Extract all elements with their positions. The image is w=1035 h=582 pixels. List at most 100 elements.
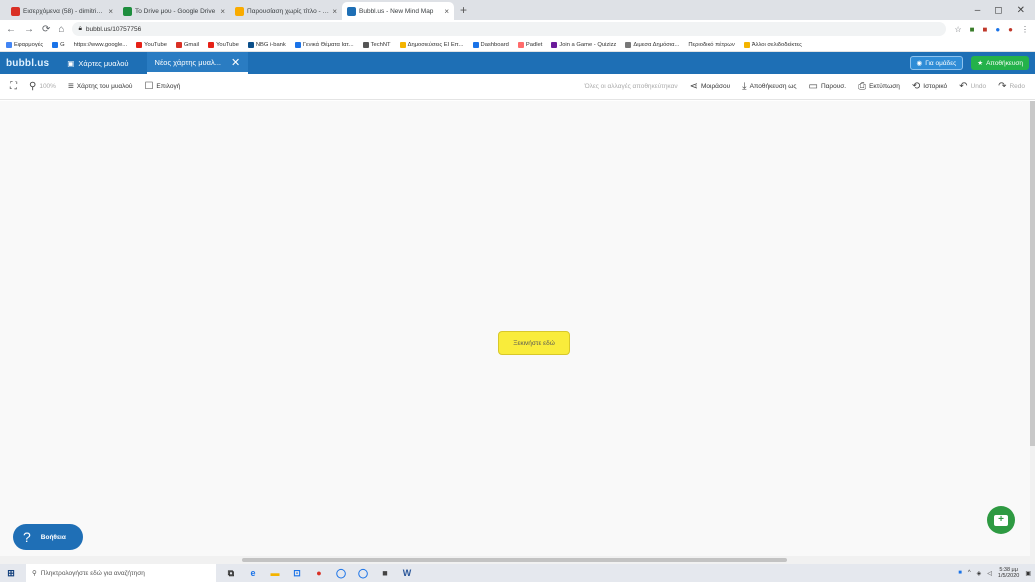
- close-tab-icon[interactable]: ×: [444, 7, 449, 16]
- vertical-scrollbar[interactable]: [1030, 101, 1035, 556]
- close-tab-icon[interactable]: ×: [108, 7, 113, 16]
- extension-icon[interactable]: ■: [970, 25, 975, 34]
- browser-tab-gmail[interactable]: Εισερχόμενα (58) - dimitris.deli@... ×: [6, 2, 118, 20]
- select-button[interactable]: ☐ Επιλογή: [144, 81, 180, 92]
- bookmark-item[interactable]: Εφαρμογές: [6, 41, 43, 48]
- back-icon[interactable]: ←: [6, 24, 16, 35]
- url-field[interactable]: 🔒︎ bubbl.us/10757756: [72, 22, 947, 36]
- edge-icon[interactable]: e: [246, 566, 260, 580]
- history-button[interactable]: ⟲ Ιστορικό: [912, 81, 947, 92]
- star-icon[interactable]: ☆: [954, 25, 961, 34]
- bookmark-item[interactable]: Dashboard: [472, 41, 509, 48]
- bookmark-item[interactable]: TechNT: [362, 41, 391, 48]
- windows-start-icon[interactable]: ⊞: [4, 566, 18, 580]
- app-logo[interactable]: bubbl.us: [6, 58, 49, 69]
- bookmark-icon: [399, 41, 406, 48]
- bookmark-icon: [294, 41, 301, 48]
- chrome-icon[interactable]: ●: [312, 566, 326, 580]
- close-tab-icon[interactable]: ×: [220, 7, 225, 16]
- bookmark-icon: [517, 41, 524, 48]
- app-icon[interactable]: ■: [378, 566, 392, 580]
- reload-icon[interactable]: ⟳: [42, 24, 50, 35]
- print-button[interactable]: ⎙ Εκτύπωση: [858, 81, 900, 92]
- bookmark-item[interactable]: G: [52, 41, 65, 48]
- bookmark-item[interactable]: Περιοδικό πέτρων: [688, 42, 734, 48]
- tab-mind-maps[interactable]: ▣ Χάρτες μυαλού: [59, 52, 136, 74]
- horizontal-scrollbar[interactable]: [0, 556, 1035, 564]
- bookmark-item[interactable]: https://www.google...: [74, 42, 128, 48]
- bookmark-item[interactable]: YouTube: [208, 41, 239, 48]
- bookmark-item[interactable]: Γενικά Θέματα Ιατ...: [294, 41, 354, 48]
- bookmark-item[interactable]: Διμεσα Δημόσια...: [625, 41, 679, 48]
- close-icon[interactable]: ✕: [231, 56, 240, 69]
- app-tray-icon[interactable]: ■: [958, 570, 962, 576]
- clock[interactable]: 5:38 μμ 1/5/2020: [998, 567, 1019, 579]
- help-button[interactable]: ? Βοήθεια: [13, 524, 83, 550]
- bookmark-icon: [362, 41, 369, 48]
- extension-icon[interactable]: ●: [995, 25, 1000, 34]
- checkbox-icon: ☐: [144, 81, 154, 92]
- browser-tab-slides[interactable]: Παρουσίαση χωρίς τίτλο - Παρ... ×: [230, 2, 342, 20]
- close-tab-icon[interactable]: ×: [332, 7, 337, 16]
- notifications-icon[interactable]: ▣: [1025, 570, 1031, 577]
- bookmarks-bar: Εφαρμογές G https://www.google... YouTub…: [0, 38, 1035, 52]
- forward-icon[interactable]: →: [24, 24, 34, 35]
- add-node-button[interactable]: +: [987, 506, 1015, 534]
- scrollbar-thumb[interactable]: [1030, 101, 1035, 446]
- network-icon[interactable]: ◈: [977, 570, 982, 577]
- profile-icon[interactable]: ⋮: [1021, 25, 1029, 34]
- browser-tab-drive[interactable]: Το Drive μου - Google Drive ×: [118, 2, 230, 20]
- chevron-up-icon[interactable]: ^: [968, 570, 971, 576]
- word-icon[interactable]: W: [400, 566, 414, 580]
- volume-icon[interactable]: ◁: [987, 570, 992, 577]
- task-view-icon[interactable]: ⧉: [224, 566, 238, 580]
- teams-button[interactable]: ◉ Για ομάδες: [909, 56, 964, 70]
- gmail-icon: [175, 41, 182, 48]
- fullscreen-button[interactable]: ⛶: [10, 81, 17, 92]
- bank-icon: [247, 41, 254, 48]
- browser-tab-strip: Εισερχόμενα (58) - dimitris.deli@... × Τ…: [0, 0, 1035, 20]
- close-window-button[interactable]: ✕: [1017, 5, 1025, 16]
- tab-current-map[interactable]: Νέος χάρτης μυαλ... ✕: [146, 52, 249, 74]
- undo-button[interactable]: ↶ Undo: [959, 81, 986, 92]
- bookmark-item[interactable]: Join a Game - Quizizz: [551, 41, 616, 48]
- app-icon[interactable]: ◯: [334, 566, 348, 580]
- star-icon: ★: [977, 60, 984, 67]
- map-menu-button[interactable]: ≡ Χάρτης του μυαλού: [68, 81, 133, 92]
- folder-icon: ▣: [67, 58, 75, 68]
- extension-icon[interactable]: ●: [1008, 25, 1013, 34]
- apps-icon: [6, 41, 12, 48]
- browser-tab-bubblus[interactable]: Bubbl.us - New Mind Map ×: [342, 2, 454, 20]
- taskbar-search[interactable]: ⚲ Πληκτρολογήστε εδώ για αναζήτηση: [26, 564, 216, 582]
- bookmark-item[interactable]: Άλλοι σελιδοδείκτες: [743, 41, 802, 48]
- export-button[interactable]: ⤓ Αποθήκευση ως: [742, 81, 796, 92]
- scrollbar-thumb[interactable]: [242, 558, 787, 562]
- tab-title: Bubbl.us - New Mind Map: [359, 7, 434, 15]
- store-icon[interactable]: ⊡: [290, 566, 304, 580]
- plus-icon: +: [994, 514, 1008, 526]
- app-icon[interactable]: ◯: [356, 566, 370, 580]
- mind-map-canvas[interactable]: [0, 101, 1035, 556]
- windows-taskbar: ⊞ ⚲ Πληκτρολογήστε εδώ για αναζήτηση ⧉ e…: [0, 564, 1035, 582]
- extensions-area: ☆ ■ ■ ● ● ⋮: [954, 25, 1029, 34]
- file-explorer-icon[interactable]: ▬: [268, 566, 282, 580]
- redo-button[interactable]: ↷ Redo: [998, 81, 1025, 92]
- bookmark-item[interactable]: YouTube: [136, 41, 167, 48]
- folder-icon: [743, 41, 750, 48]
- share-button[interactable]: ⋖ Μοιράσου: [690, 81, 731, 92]
- present-button[interactable]: ▭ Παρουσ.: [808, 81, 846, 92]
- bookmark-item[interactable]: Gmail: [175, 41, 199, 48]
- bookmark-item[interactable]: Δημοσιεύσεις ΕΙ Επ...: [399, 41, 464, 48]
- root-node[interactable]: Ξεκινήστε εδώ: [498, 331, 570, 355]
- zoom-control[interactable]: ⚲ 100%: [29, 81, 56, 92]
- maximize-button[interactable]: ◻: [994, 5, 1002, 16]
- extension-icon[interactable]: ■: [982, 25, 987, 34]
- save-button[interactable]: ★ Αποθήκευση: [971, 56, 1029, 70]
- menu-icon: ≡: [67, 81, 74, 92]
- home-icon[interactable]: ⌂: [58, 24, 64, 35]
- minimize-button[interactable]: –: [975, 5, 981, 16]
- share-icon: ⋖: [689, 81, 699, 92]
- bookmark-item[interactable]: NBG i-bank: [247, 41, 286, 48]
- bookmark-item[interactable]: Padlet: [517, 41, 542, 48]
- new-tab-button[interactable]: +: [454, 3, 473, 17]
